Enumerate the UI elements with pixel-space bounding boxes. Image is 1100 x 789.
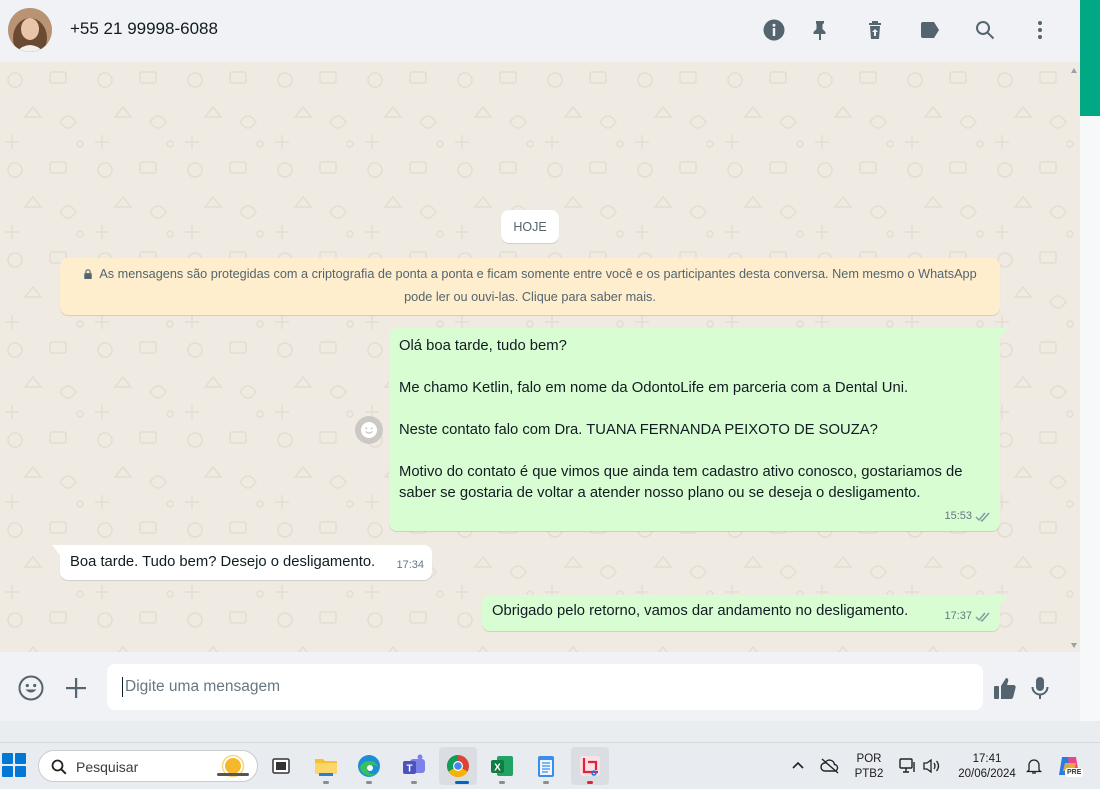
keyboard-layout: PTB2 (854, 768, 884, 780)
scroll-down-arrow[interactable] (1071, 643, 1077, 648)
message-line: Motivo do contato é que vimos que ainda … (399, 464, 963, 501)
svg-text:X: X (494, 763, 501, 774)
weather-sun-icon (217, 754, 249, 778)
message-line: Neste contato falo com Dra. TUANA FERNAN… (399, 422, 878, 438)
bubble-tail (1000, 595, 1008, 605)
thumbs-up-icon[interactable] (990, 673, 1020, 703)
avatar-photo (8, 8, 52, 52)
clock-time: 17:41 (972, 753, 1002, 765)
window-bottom-gap (0, 721, 1100, 742)
menu-icon[interactable] (1026, 16, 1054, 44)
info-icon[interactable] (760, 16, 788, 44)
chat-header: +55 21 99998-6088 (0, 0, 1080, 62)
snipping-tool-icon[interactable] (571, 747, 609, 785)
message-time: 17:34 (396, 559, 424, 571)
contact-avatar[interactable] (8, 8, 52, 52)
taskbar-search-placeholder: Pesquisar (76, 759, 139, 775)
react-emoji-button[interactable] (355, 416, 383, 444)
read-ticks-icon (975, 512, 990, 522)
app-running-indicator (366, 781, 372, 784)
delete-chat-icon[interactable] (861, 16, 889, 44)
app-running-indicator (499, 781, 505, 784)
app-running-indicator (543, 781, 549, 784)
taskbar-search[interactable]: Pesquisar (38, 750, 258, 782)
copilot-icon[interactable]: PRE (1056, 753, 1084, 779)
copilot-preview-badge: PRE (1065, 768, 1084, 777)
emoji-icon[interactable] (16, 673, 46, 703)
message-input[interactable] (107, 664, 983, 710)
lock-icon (84, 269, 93, 279)
read-ticks-icon (975, 612, 990, 622)
message-text: Obrigado pelo retorno, vamos dar andamen… (492, 603, 909, 619)
message-meta: 17:34 (396, 555, 424, 576)
edge-icon[interactable] (350, 747, 388, 785)
message-line (399, 399, 990, 420)
bubble-tail (1000, 328, 1008, 338)
message-line (399, 357, 990, 378)
chrome-icon[interactable] (439, 747, 477, 785)
task-view-icon[interactable] (262, 747, 300, 785)
teams-icon[interactable]: T (395, 747, 433, 785)
clock-date: 20/06/2024 (958, 768, 1016, 780)
cloud-offline-icon[interactable] (820, 757, 840, 775)
message-meta: 15:53 (944, 506, 992, 527)
scroll-up-arrow[interactable] (1071, 68, 1077, 73)
encryption-notice[interactable]: As mensagens são protegidas com a cripto… (60, 258, 1000, 315)
app-active-indicator (455, 781, 469, 784)
chevron-up-icon[interactable] (792, 760, 804, 770)
contact-name[interactable]: +55 21 99998-6088 (70, 19, 218, 39)
message-time: 15:53 (944, 510, 972, 522)
app-running-indicator (587, 781, 593, 784)
file-explorer-icon[interactable] (307, 747, 345, 785)
message-bubble-incoming[interactable]: Boa tarde. Tudo bem? Desejo o desligamen… (52, 545, 432, 580)
app-running-indicator (323, 781, 329, 784)
pin-icon[interactable] (806, 16, 834, 44)
search-icon[interactable] (971, 16, 999, 44)
app-running-indicator (411, 781, 417, 784)
message-bubble-outgoing[interactable]: Olá boa tarde, tudo bem? Me chamo Ketlin… (389, 328, 1008, 531)
volume-icon[interactable] (922, 757, 942, 775)
search-icon (51, 759, 67, 775)
label-icon[interactable] (916, 16, 944, 44)
microphone-icon[interactable] (1025, 673, 1055, 703)
windows-start-icon[interactable] (2, 753, 26, 777)
message-line (399, 441, 990, 462)
excel-icon[interactable]: X (483, 747, 521, 785)
message-text: Boa tarde. Tudo bem? Desejo o desligamen… (70, 554, 376, 570)
message-time: 17:37 (944, 610, 972, 622)
svg-text:T: T (406, 764, 412, 775)
network-icon[interactable] (898, 757, 918, 775)
bubble-tail (52, 545, 60, 555)
message-meta: 17:37 (944, 606, 992, 627)
message-bubble-outgoing[interactable]: Obrigado pelo retorno, vamos dar andamen… (482, 595, 1008, 631)
notepad-icon[interactable] (527, 747, 565, 785)
side-accent-bar (1080, 0, 1100, 116)
clock[interactable]: 17:41 20/06/2024 (950, 752, 1024, 782)
smiley-icon (361, 422, 377, 438)
notification-bell-icon[interactable] (1025, 757, 1043, 775)
message-line: Me chamo Ketlin, falo em nome da OdontoL… (399, 380, 909, 396)
message-line: Olá boa tarde, tudo bem? (399, 338, 567, 354)
attach-plus-icon[interactable] (61, 673, 91, 703)
input-language[interactable]: POR PTB2 (851, 752, 887, 782)
language-code: POR (856, 753, 882, 765)
encryption-notice-text: As mensagens são protegidas com a cripto… (99, 267, 977, 304)
date-separator: HOJE (501, 210, 559, 243)
text-caret (122, 677, 123, 697)
